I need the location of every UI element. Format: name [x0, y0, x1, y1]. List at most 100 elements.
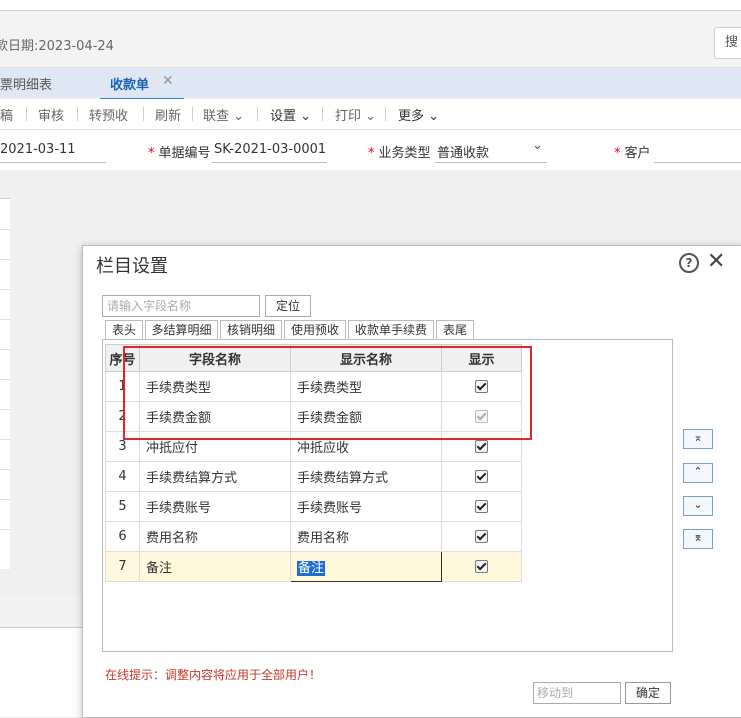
move-top-icon: ⌅: [693, 431, 703, 444]
toolbar-divider: [143, 107, 144, 121]
chevron-down-icon: ⌄: [233, 109, 245, 124]
row-seq: 6: [105, 521, 140, 552]
row-field-name: 备注: [139, 551, 291, 582]
show-checkbox[interactable]: [475, 470, 488, 483]
move-to-input[interactable]: [533, 682, 621, 704]
grid-line: [0, 379, 10, 380]
row-display-name-editor[interactable]: 备注: [290, 551, 442, 582]
table-row-selected[interactable]: 7 备注 备注: [105, 551, 522, 582]
show-checkbox[interactable]: [475, 530, 488, 543]
more-button[interactable]: 更多 ⌄: [398, 105, 439, 124]
chevron-down-icon: ⌄: [693, 498, 703, 511]
row-show-cell: [441, 551, 522, 582]
close-icon[interactable]: ✕: [707, 249, 725, 274]
print-button[interactable]: 打印 ⌄: [335, 105, 376, 124]
draft-button[interactable]: 草稿: [0, 105, 13, 124]
search-button[interactable]: 搜: [714, 27, 741, 59]
move-to-bottom-button[interactable]: ⌆: [683, 529, 713, 549]
link-query-label: 联查: [203, 109, 230, 124]
row-show-cell: [441, 461, 522, 492]
row-seq: 5: [105, 491, 140, 522]
grid-line: [0, 439, 10, 440]
grid-line: [0, 319, 10, 320]
column-settings-dialog: 栏目设置 ? ✕ 定位 表头 多结算明细 核销明细 使用预收 收款单手续费 表尾…: [82, 245, 741, 718]
close-tab-icon[interactable]: ✕: [162, 73, 174, 89]
toolbar-divider: [26, 107, 27, 121]
subtab-header[interactable]: 表头: [105, 320, 143, 340]
row-show-cell: [441, 491, 522, 522]
row-field-name: 手续费账号: [139, 491, 291, 522]
field-underline: [654, 162, 741, 163]
row-seq: 4: [105, 461, 140, 492]
toolbar-divider: [257, 107, 258, 121]
subtab-use-prepayment[interactable]: 使用预收: [284, 320, 346, 340]
chevron-down-icon: ⌄: [428, 109, 440, 124]
grid-line: [0, 469, 10, 470]
field-underline: [0, 162, 106, 163]
tab-receipt-label: 收款单: [110, 78, 150, 93]
grid-line: [0, 229, 10, 230]
online-tip: 在线提示：调整内容将应用于全部用户！: [105, 668, 322, 682]
refresh-button[interactable]: 刷新: [155, 105, 181, 124]
audit-button[interactable]: 审核: [38, 105, 64, 124]
subtab-writeoff-detail[interactable]: 核销明细: [220, 320, 282, 340]
show-checkbox[interactable]: [475, 440, 488, 453]
row-show-cell: [441, 521, 522, 552]
date-field[interactable]: 2021-03-11: [0, 142, 76, 157]
toolbar: 草稿 审核 转预收 刷新 联查 ⌄ 设置 ⌄ 打印 ⌄ 更多 ⌄: [0, 99, 741, 130]
dialog-title: 栏目设置: [96, 256, 168, 277]
chevron-down-icon[interactable]: ⌄: [532, 138, 543, 153]
background-grid: [0, 198, 10, 569]
grid-line: [0, 259, 10, 260]
window-top-bar: [0, 0, 741, 11]
field-underline: [212, 162, 327, 163]
subtab-footer[interactable]: 表尾: [436, 320, 474, 340]
biz-type-select[interactable]: 普通收款: [437, 142, 489, 161]
row-display-name[interactable]: 手续费结算方式: [290, 461, 442, 492]
subtab-receipt-fee[interactable]: 收款单手续费: [348, 320, 434, 341]
link-query-button[interactable]: 联查 ⌄: [203, 105, 244, 124]
biz-type-label-text: 业务类型: [378, 146, 431, 161]
table-row[interactable]: 5 手续费账号 手续费账号: [105, 491, 522, 522]
tab-invoice-detail[interactable]: 发票明细表: [0, 74, 52, 93]
doc-no-label: * 单据编号: [148, 146, 211, 161]
customer-label-text: 客户: [624, 146, 651, 161]
move-bottom-icon: ⌆: [693, 531, 703, 544]
biz-type-label: * 业务类型: [368, 146, 431, 161]
chevron-up-icon: ⌃: [693, 465, 703, 478]
row-display-name[interactable]: 费用名称: [290, 521, 442, 552]
row-field-name: 费用名称: [139, 521, 291, 552]
settings-button[interactable]: 设置 ⌄: [270, 105, 311, 124]
red-highlight-box: [123, 346, 532, 440]
to-prepayment-button[interactable]: 转预收: [89, 105, 128, 124]
grid-line: [0, 529, 10, 530]
row-display-name[interactable]: 手续费账号: [290, 491, 442, 522]
chevron-down-icon: ⌄: [300, 109, 312, 124]
move-down-button[interactable]: ⌄: [683, 496, 713, 516]
print-label: 打印: [335, 109, 362, 124]
more-label: 更多: [398, 109, 425, 124]
grid-line: [0, 499, 10, 500]
tab-receipt[interactable]: 收款单 ✕: [100, 68, 184, 100]
field-name-search-input[interactable]: [102, 295, 260, 317]
grid-line: [0, 409, 10, 410]
show-checkbox[interactable]: [475, 500, 488, 513]
confirm-button[interactable]: 确定: [625, 682, 671, 704]
help-icon[interactable]: ?: [679, 253, 699, 273]
move-to-top-button[interactable]: ⌅: [683, 429, 713, 449]
move-up-button[interactable]: ⌃: [683, 463, 713, 483]
chevron-down-icon: ⌄: [365, 109, 377, 124]
grid-line: [0, 349, 10, 350]
toolbar-divider: [77, 107, 78, 121]
doc-no-field[interactable]: SK-2021-03-0001: [214, 142, 326, 157]
doc-no-label-text: 单据编号: [158, 146, 211, 161]
table-row[interactable]: 4 手续费结算方式 手续费结算方式: [105, 461, 522, 492]
field-underline: [435, 162, 547, 163]
form-row: 2021-03-11 * 单据编号 SK-2021-03-0001 * 业务类型 普…: [0, 130, 741, 170]
show-checkbox[interactable]: [475, 560, 488, 573]
row-seq: 7: [105, 551, 140, 582]
table-row[interactable]: 6 费用名称 费用名称: [105, 521, 522, 552]
locate-button[interactable]: 定位: [265, 295, 311, 317]
selected-text: 备注: [297, 561, 326, 576]
subtab-multi-settlement[interactable]: 多结算明细: [145, 320, 218, 340]
